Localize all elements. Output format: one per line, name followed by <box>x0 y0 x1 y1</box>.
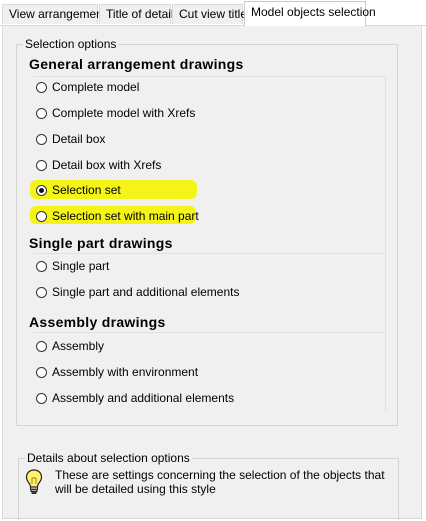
radio-button[interactable] <box>36 260 47 272</box>
details-description: These are settings concerning the select… <box>55 468 385 496</box>
radio-assembly[interactable]: Assembly <box>36 338 104 354</box>
radio-label: Assembly <box>52 339 105 353</box>
radio-single-part[interactable]: Single part <box>36 258 109 274</box>
radio-button[interactable] <box>36 81 47 93</box>
radio-label: Selection set with main part <box>52 209 199 223</box>
details-legend: Details about selection options <box>25 451 192 465</box>
radio-label: Single part <box>52 259 110 273</box>
general-arrangement-heading: General arrangement drawings <box>29 56 244 72</box>
radio-button[interactable] <box>36 366 47 378</box>
radio-button[interactable] <box>36 133 47 145</box>
radio-selection-set[interactable]: Selection set <box>36 182 121 198</box>
radio-detail-box-with-xrefs[interactable]: Detail box with Xrefs <box>36 157 161 173</box>
radio-label: Detail box <box>52 132 106 146</box>
radio-button[interactable] <box>36 392 47 404</box>
details-group: Details about selection options These ar… <box>18 451 399 520</box>
radio-selection-set-with-main-part[interactable]: Selection set with main part <box>36 208 199 224</box>
radio-button-selected[interactable] <box>36 184 47 196</box>
radio-assembly-with-environment[interactable]: Assembly with environment <box>36 364 198 380</box>
lightbulb-icon <box>25 469 43 495</box>
radio-complete-model[interactable]: Complete model <box>36 79 139 95</box>
radio-label: Single part and additional elements <box>52 285 240 299</box>
radio-detail-box[interactable]: Detail box <box>36 131 105 147</box>
radio-label: Assembly with environment <box>52 365 199 379</box>
tab-panel: Selection options General arrangement dr… <box>2 25 422 520</box>
radio-label: Selection set <box>52 183 121 197</box>
radio-label: Assembly and additional elements <box>52 391 235 405</box>
radio-button[interactable] <box>36 107 47 119</box>
radio-button[interactable] <box>36 340 47 352</box>
radio-button[interactable] <box>36 159 47 171</box>
radio-single-part-additional[interactable]: Single part and additional elements <box>36 284 239 300</box>
radio-label: Complete model <box>52 80 140 94</box>
radio-label: Complete model with Xrefs <box>52 106 196 120</box>
radio-label: Detail box with Xrefs <box>52 158 162 172</box>
tab-view-arrangement[interactable]: View arrangement <box>2 4 106 24</box>
tab-strip: View arrangement Title of detail Cut vie… <box>0 0 426 26</box>
tab-model-objects-selection[interactable]: Model objects selection <box>244 1 376 26</box>
tab-title-of-detail[interactable]: Title of detail <box>99 4 174 24</box>
radio-button[interactable] <box>36 210 47 222</box>
radio-assembly-additional[interactable]: Assembly and additional elements <box>36 390 234 406</box>
radio-button[interactable] <box>36 286 47 298</box>
selection-options-legend: Selection options <box>23 37 119 51</box>
tab-cut-view-title[interactable]: Cut view title <box>172 4 247 24</box>
assembly-heading: Assembly drawings <box>29 314 166 330</box>
radio-complete-model-with-xrefs[interactable]: Complete model with Xrefs <box>36 105 195 121</box>
single-part-heading: Single part drawings <box>29 235 173 251</box>
